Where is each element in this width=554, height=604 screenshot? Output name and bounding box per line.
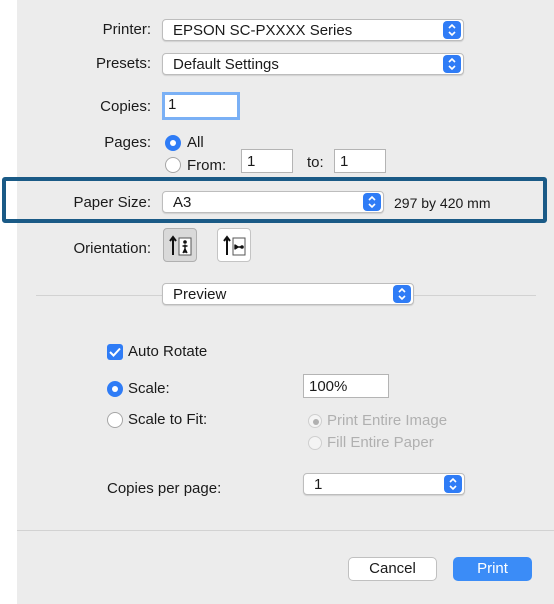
pages-from-field[interactable]: 1 <box>241 149 293 173</box>
copies-field[interactable]: 1 <box>162 92 240 120</box>
print-entire-image-label: Print Entire Image <box>327 412 448 429</box>
up-down-chevron-icon <box>443 55 461 73</box>
presets-value: Default Settings <box>173 56 279 73</box>
auto-rotate-label: Auto Rotate <box>128 343 208 360</box>
checkmark-icon <box>109 347 121 357</box>
footer-separator <box>17 530 554 531</box>
print-entire-image-radio[interactable] <box>308 414 322 428</box>
up-down-chevron-icon <box>393 285 411 303</box>
copies-value: 1 <box>168 96 177 113</box>
fill-entire-paper-radio[interactable] <box>308 436 322 450</box>
pages-all-radio[interactable] <box>165 135 181 151</box>
scale-to-fit-radio[interactable] <box>107 412 123 428</box>
copies-per-page-popup[interactable]: 1 <box>303 473 465 495</box>
cancel-button[interactable]: Cancel <box>348 557 437 581</box>
pages-from-label: From: <box>187 157 227 174</box>
orientation-label: Orientation: <box>73 240 151 257</box>
up-down-chevron-icon <box>444 475 462 493</box>
fill-entire-paper-label: Fill Entire Paper <box>327 434 434 451</box>
section-popup[interactable]: Preview <box>162 283 414 305</box>
printer-value: EPSON SC-PXXXX Series <box>173 22 353 39</box>
pages-to-field[interactable]: 1 <box>334 149 386 173</box>
pages-to-label: to: <box>307 154 324 171</box>
presets-popup[interactable]: Default Settings <box>162 53 464 75</box>
scale-label: Scale: <box>128 380 170 397</box>
scale-value: 100% <box>309 378 348 395</box>
landscape-orientation-icon <box>223 235 246 256</box>
pages-to-value: 1 <box>340 153 349 170</box>
copies-per-page-value: 1 <box>314 476 323 493</box>
presets-label: Presets: <box>95 55 151 72</box>
portrait-orientation-icon <box>169 235 192 256</box>
printer-popup[interactable]: EPSON SC-PXXXX Series <box>162 19 464 41</box>
up-down-chevron-icon <box>443 21 461 39</box>
orientation-landscape-button[interactable] <box>217 228 251 262</box>
copies-label: Copies: <box>100 98 151 115</box>
scale-to-fit-label: Scale to Fit: <box>128 411 208 428</box>
print-button[interactable]: Print <box>453 557 532 581</box>
orientation-portrait-button[interactable] <box>163 228 197 262</box>
pages-from-value: 1 <box>247 153 256 170</box>
pages-all-label: All <box>187 134 204 151</box>
paper-size-highlight <box>2 177 547 223</box>
auto-rotate-checkbox[interactable] <box>107 344 123 360</box>
section-value: Preview <box>173 286 227 303</box>
copies-per-page-label: Copies per page: <box>107 480 222 497</box>
printer-label: Printer: <box>102 21 151 38</box>
pages-from-radio[interactable] <box>165 157 181 173</box>
scale-radio[interactable] <box>107 381 123 397</box>
scale-field[interactable]: 100% <box>303 374 389 398</box>
pages-label: Pages: <box>104 134 151 151</box>
